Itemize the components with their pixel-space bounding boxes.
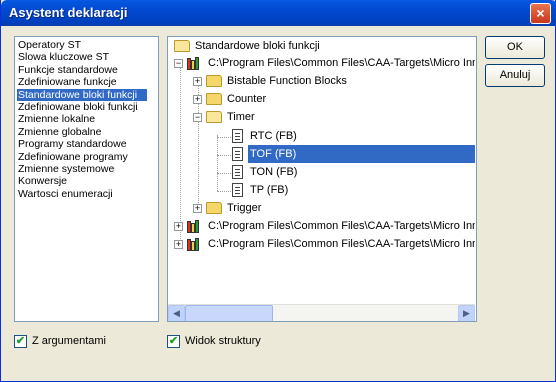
- close-icon: ×: [536, 5, 545, 21]
- tree-content: Standardowe bloki funkcji − C:\Program F…: [168, 37, 475, 304]
- tree-connector: [217, 173, 231, 174]
- function-block-icon: [232, 129, 243, 143]
- tree-label-selected: TOF (FB): [248, 145, 475, 163]
- tree-label: TON (FB): [250, 166, 298, 178]
- scroll-right-button[interactable]: ▶: [458, 305, 475, 321]
- category-list[interactable]: Operatory ST Slowa kluczowe ST Funkcje s…: [14, 36, 159, 322]
- folder-icon: [206, 202, 222, 214]
- library-icon: [187, 237, 203, 251]
- horizontal-scrollbar[interactable]: ◀ ▶: [168, 304, 475, 321]
- category-item[interactable]: Programy standardowe: [17, 138, 147, 150]
- scroll-thumb[interactable]: [185, 305, 273, 321]
- tree-label: Trigger: [227, 202, 262, 214]
- tree-connector: [217, 191, 231, 192]
- expand-icon[interactable]: +: [193, 94, 202, 104]
- ok-button[interactable]: OK: [485, 36, 545, 59]
- category-item[interactable]: Funkcje standardowe: [17, 64, 147, 76]
- tree-label: Counter: [227, 93, 267, 105]
- function-block-icon: [232, 183, 243, 197]
- category-item[interactable]: Zmienne globalne: [17, 126, 147, 138]
- category-item[interactable]: Operatory ST: [17, 39, 147, 51]
- category-item-selected[interactable]: Standardowe bloki funkcji: [17, 88, 147, 101]
- expand-icon[interactable]: +: [193, 203, 202, 213]
- tree-label: Standardowe bloki funkcji: [195, 40, 320, 52]
- dialog-window: Asystent deklaracji × Operatory ST Slowa…: [0, 0, 556, 382]
- open-folder-icon: [174, 40, 190, 52]
- folder-icon: [206, 93, 222, 105]
- function-tree[interactable]: Standardowe bloki funkcji − C:\Program F…: [167, 36, 477, 322]
- title-bar[interactable]: Asystent deklaracji ×: [1, 0, 556, 26]
- with-arguments-checkbox[interactable]: ✔: [14, 334, 27, 348]
- function-block-icon: [232, 147, 243, 161]
- category-item[interactable]: Zmienne systemowe: [17, 163, 147, 175]
- structure-view-checkbox[interactable]: ✔: [167, 334, 180, 348]
- tree-folder-trigger[interactable]: + Trigger: [193, 199, 263, 217]
- tree-label: C:\Program Files\Common Files\CAA-Target…: [208, 220, 475, 232]
- tree-item-tof[interactable]: TOF (FB): [232, 145, 475, 163]
- arrow-right-icon: ▶: [463, 308, 470, 318]
- library-icon: [187, 56, 203, 70]
- tree-connector: [217, 155, 231, 156]
- tree-label: Bistable Function Blocks: [227, 75, 347, 87]
- category-item[interactable]: Wartosci enumeracji: [17, 188, 147, 200]
- structure-view-label: Widok struktury: [185, 335, 261, 347]
- tree-connector: [217, 135, 218, 191]
- cancel-button[interactable]: Anuluj: [485, 64, 545, 87]
- library-icon: [187, 219, 203, 233]
- collapse-icon[interactable]: −: [193, 112, 202, 122]
- category-item[interactable]: Konwersje: [17, 175, 147, 187]
- tree-label: Timer: [227, 111, 255, 123]
- tree-library-3[interactable]: + C:\Program Files\Common Files\CAA-Targ…: [174, 235, 475, 253]
- category-item[interactable]: Slowa kluczowe ST: [17, 51, 147, 63]
- structure-view-option[interactable]: ✔ Widok struktury: [167, 334, 261, 348]
- tree-item-rtc[interactable]: RTC (FB): [232, 127, 299, 145]
- category-item[interactable]: Zdefiniowane bloki funkcji: [17, 101, 147, 113]
- tree-folder-counter[interactable]: + Counter: [193, 90, 268, 108]
- expand-icon[interactable]: +: [193, 76, 202, 86]
- tree-item-ton[interactable]: TON (FB): [232, 163, 299, 181]
- tree-connector: [217, 137, 231, 138]
- tree-root[interactable]: Standardowe bloki funkcji: [174, 37, 322, 55]
- tree-label: C:\Program Files\Common Files\CAA-Target…: [208, 57, 475, 69]
- collapse-icon[interactable]: −: [174, 58, 183, 68]
- dialog-client: Operatory ST Slowa kluczowe ST Funkcje s…: [4, 26, 552, 378]
- tree-folder-timer[interactable]: − Timer: [193, 108, 257, 126]
- expand-icon[interactable]: +: [174, 239, 183, 249]
- category-item[interactable]: Zmienne lokalne: [17, 113, 147, 125]
- tree-library-1[interactable]: − C:\Program Files\Common Files\CAA-Targ…: [174, 54, 475, 72]
- expand-icon[interactable]: +: [174, 221, 183, 231]
- open-folder-icon: [206, 111, 222, 123]
- function-block-icon: [232, 165, 243, 179]
- tree-label: RTC (FB): [250, 130, 297, 142]
- tree-label: C:\Program Files\Common Files\CAA-Target…: [208, 238, 475, 250]
- close-button[interactable]: ×: [530, 3, 551, 24]
- tree-folder-bistable[interactable]: + Bistable Function Blocks: [193, 72, 349, 90]
- folder-icon: [206, 75, 222, 87]
- arrow-left-icon: ◀: [173, 308, 180, 318]
- category-item[interactable]: Zdefiniowane programy: [17, 151, 147, 163]
- tree-label: TP (FB): [250, 184, 289, 196]
- scroll-left-button[interactable]: ◀: [168, 305, 185, 321]
- window-title: Asystent deklaracji: [9, 5, 128, 20]
- tree-library-2[interactable]: + C:\Program Files\Common Files\CAA-Targ…: [174, 217, 475, 235]
- category-item[interactable]: Zdefiniowane funkcje: [17, 76, 147, 88]
- with-arguments-option[interactable]: ✔ Z argumentami: [14, 334, 106, 348]
- tree-item-tp[interactable]: TP (FB): [232, 181, 290, 199]
- with-arguments-label: Z argumentami: [32, 335, 106, 347]
